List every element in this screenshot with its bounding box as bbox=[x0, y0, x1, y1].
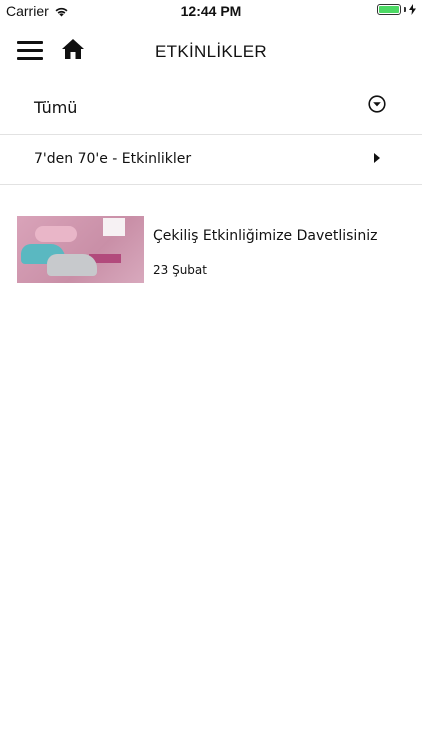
caret-right-icon bbox=[374, 153, 380, 163]
category-row[interactable]: 7'den 70'e - Etkinlikler bbox=[0, 135, 422, 185]
category-label: 7'den 70'e - Etkinlikler bbox=[34, 151, 192, 167]
thumbnail-bubble bbox=[35, 226, 77, 242]
filter-all-label: Tümü bbox=[34, 98, 78, 117]
filter-all-dropdown[interactable]: Tümü bbox=[0, 80, 422, 135]
status-bar: Carrier 12:44 PM bbox=[0, 0, 422, 22]
battery-indicator bbox=[377, 4, 416, 15]
battery-icon bbox=[377, 4, 401, 15]
event-thumbnail bbox=[17, 216, 144, 283]
event-title: Çekiliş Etkinliğimize Davetlisiniz bbox=[153, 228, 378, 244]
chevron-down-circle-icon bbox=[368, 95, 386, 113]
thumbnail-logo bbox=[103, 218, 125, 236]
navigation-bar: ETKİNLİKLER bbox=[0, 22, 422, 80]
event-list-item[interactable]: Çekiliş Etkinliğimize Davetlisiniz 23 Şu… bbox=[17, 216, 407, 284]
thumbnail-car-silver bbox=[47, 254, 97, 276]
battery-fill bbox=[379, 6, 399, 13]
charging-bolt-icon bbox=[409, 4, 416, 15]
event-date: 23 Şubat bbox=[153, 263, 207, 277]
battery-cap bbox=[404, 7, 406, 12]
status-time: 12:44 PM bbox=[180, 3, 242, 19]
page-title: ETKİNLİKLER bbox=[155, 42, 267, 61]
